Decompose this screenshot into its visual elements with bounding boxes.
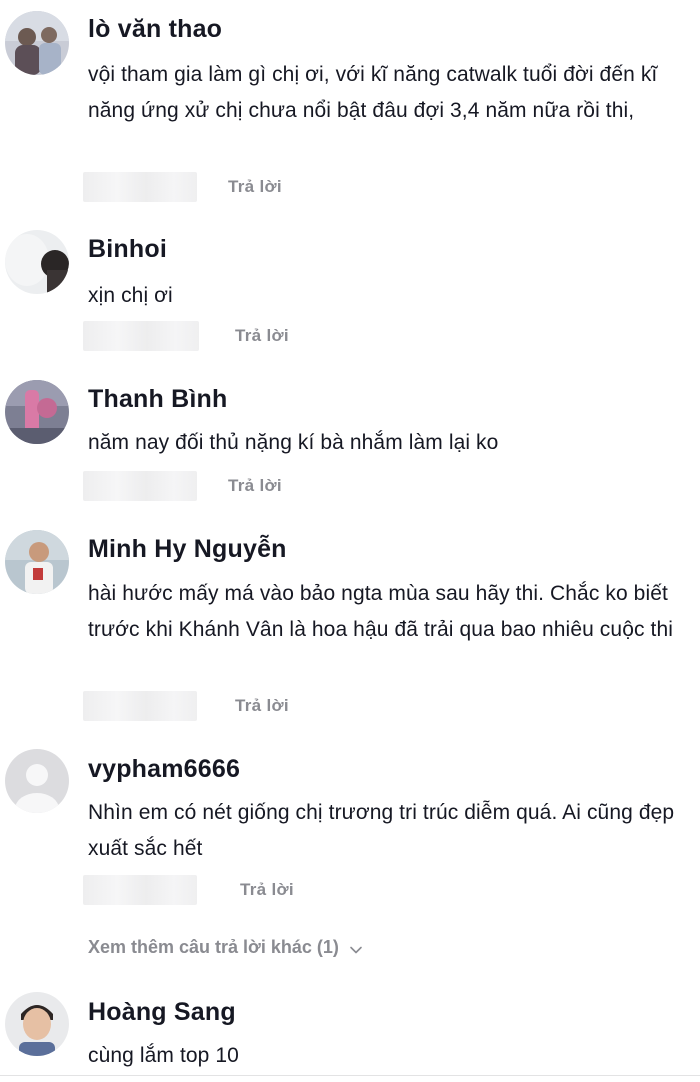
blurred-date [83,172,197,202]
photo-avatar-two-people-icon [5,11,69,75]
comment-text: xịn chị ơi [88,284,173,307]
divider [0,1075,700,1076]
comment-username[interactable]: Hoàng Sang [88,998,236,1027]
view-more-label: Xem thêm câu trả lời khác (1) [88,937,339,957]
comment-username[interactable]: Binhoi [88,235,167,264]
reply-button[interactable]: Trả lời [228,177,282,197]
blurred-date [83,471,197,501]
photo-avatar-silhouette-icon [5,230,69,294]
comment-text: Nhìn em có nét giống chị trương tri trúc… [88,801,675,860]
view-more-replies-link[interactable]: Xem thêm câu trả lời khác (1) [88,937,363,958]
comment-text: cùng lắm top 10 [88,1044,239,1067]
chevron-down-icon [349,941,363,955]
reply-button[interactable]: Trả lời [240,880,294,900]
blurred-date [83,691,197,721]
comment-username[interactable]: Thanh Bình [88,385,227,414]
reply-button[interactable]: Trả lời [235,326,289,346]
avatar[interactable] [5,380,69,444]
photo-avatar-young-man-icon [5,992,69,1056]
comment-username[interactable]: Minh Hy Nguyễn [88,535,287,564]
blurred-date [83,875,197,905]
avatar[interactable] [5,749,69,813]
blurred-date [83,321,199,351]
photo-avatar-pink-object-icon [5,380,69,444]
comment-text: năm nay đối thủ nặng kí bà nhắm làm lại … [88,431,499,454]
reply-button[interactable]: Trả lời [228,476,282,496]
comment-text: vội tham gia làm gì chị ơi, với kĩ năng … [88,63,658,122]
avatar[interactable] [5,992,69,1056]
avatar[interactable] [5,230,69,294]
avatar[interactable] [5,530,69,594]
reply-button[interactable]: Trả lời [235,696,289,716]
comment-username[interactable]: vypham6666 [88,755,240,784]
comment-username[interactable]: lò văn thao [88,15,222,44]
photo-avatar-basketball-player-icon [5,530,69,594]
comment-text: hài hước mấy má vào bảo ngta mùa sau hãy… [88,582,673,641]
default-user-avatar-icon [5,749,69,813]
avatar[interactable] [5,11,69,75]
